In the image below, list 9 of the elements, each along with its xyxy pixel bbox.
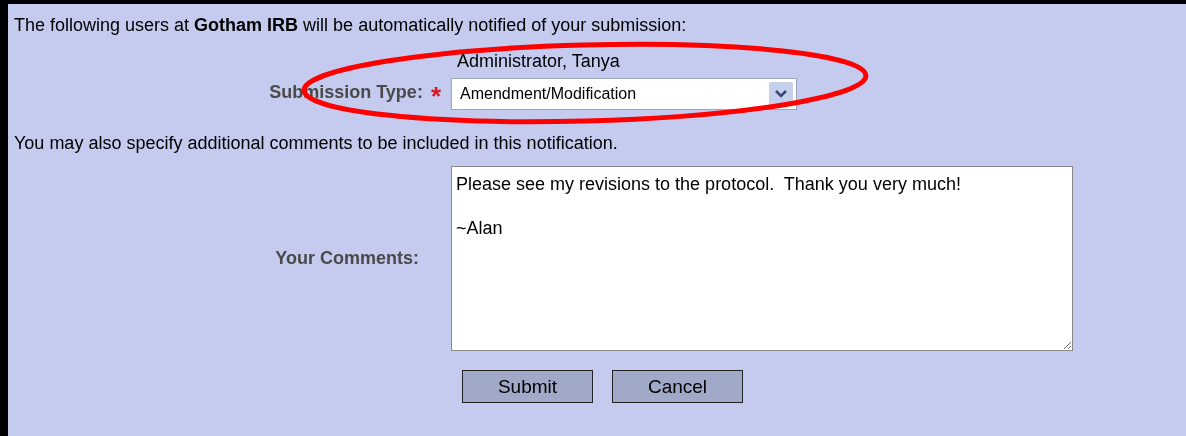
form-button[interactable]: Cancel <box>612 370 743 403</box>
comments-note: You may also specify additional comments to be included in this notification. <box>14 132 619 155</box>
comments-field[interactable]: Please see my revisions to the protocol. Thank you very much! ~Alan <box>451 166 1073 351</box>
notice-text: The following users at Gotham IRB will be automatically notified of your submission: <box>14 14 688 37</box>
required-mark: * <box>430 87 441 105</box>
recipient-name: Administrator, Tanya <box>457 50 621 73</box>
submission-type-dropdown[interactable]: Amendment/Modification <box>451 78 797 110</box>
field-label: Your Comments: <box>275 248 419 269</box>
form-button[interactable]: Submit <box>462 370 593 403</box>
